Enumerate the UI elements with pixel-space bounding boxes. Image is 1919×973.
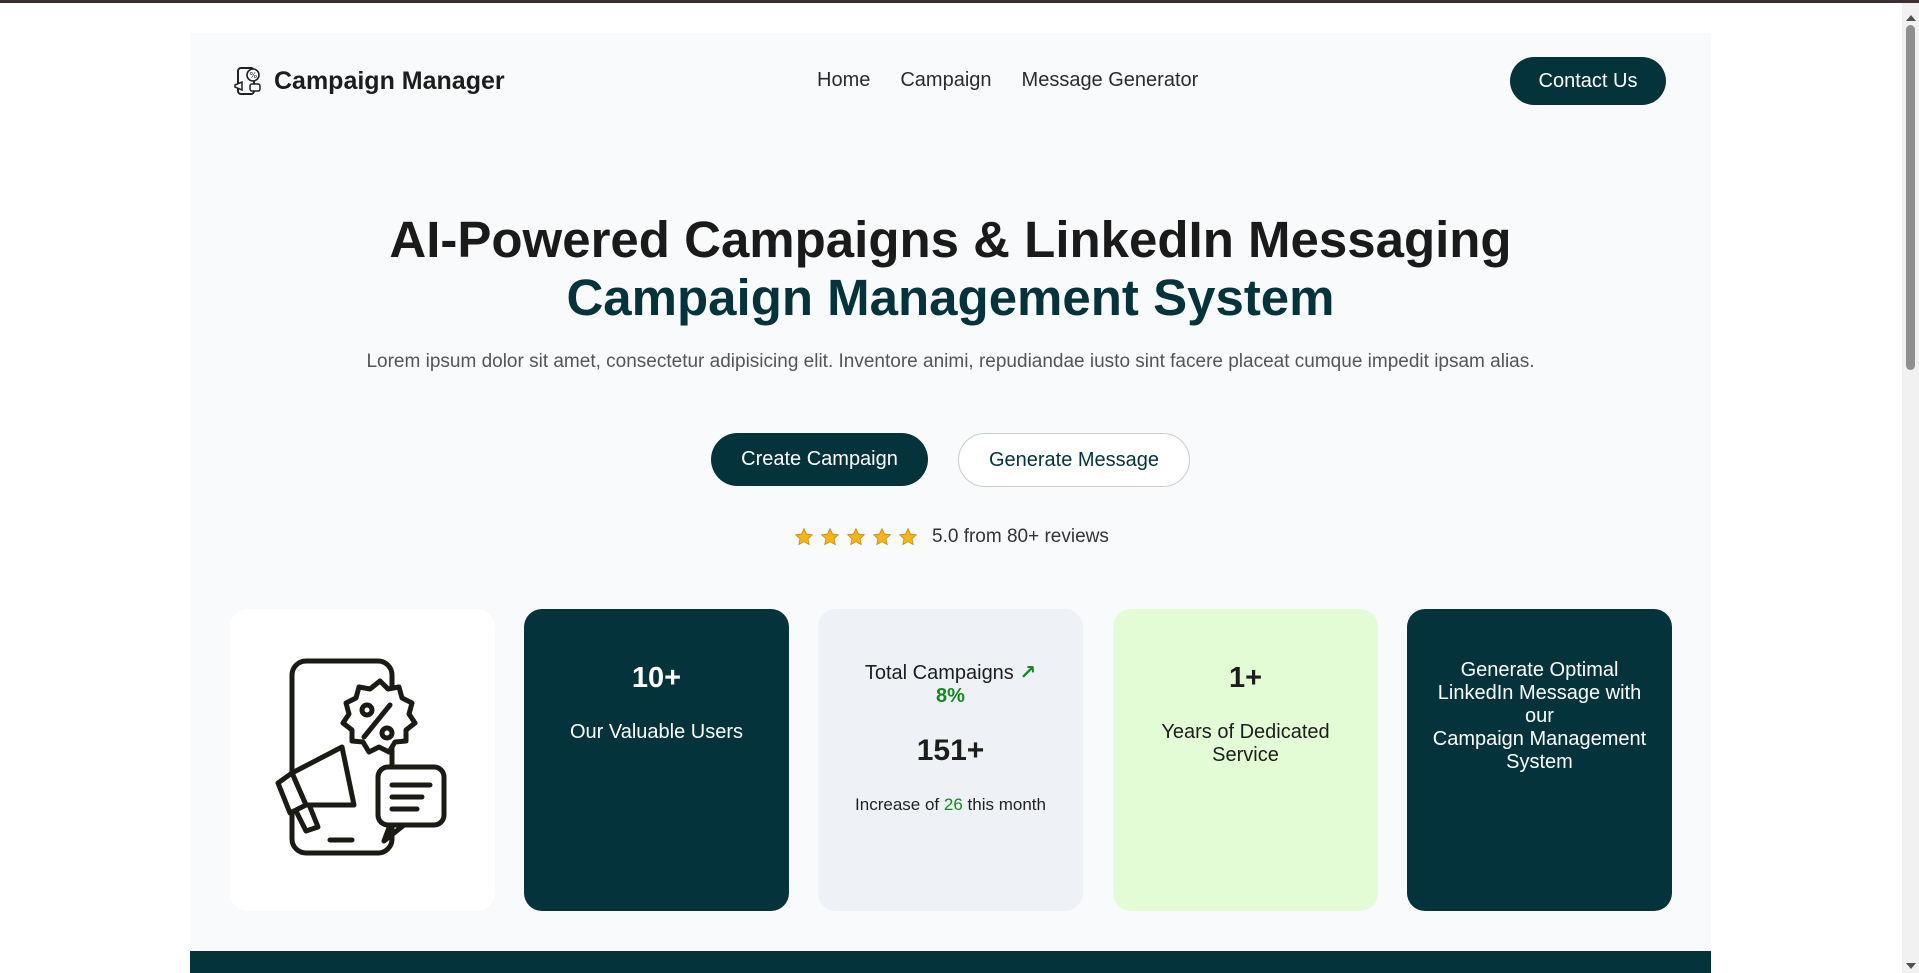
window-top-border (0, 0, 1919, 3)
hero-description: Lorem ipsum dolor sit amet, consectetur … (366, 351, 1535, 372)
total-campaigns-heading: Total Campaigns ↗ 8% (818, 662, 1083, 708)
scroll-up-arrow-icon[interactable] (1906, 15, 1916, 21)
star-icon (820, 527, 840, 546)
star-icon (872, 527, 892, 546)
brand-name: Campaign Manager (274, 66, 505, 95)
generate-card-line2: Campaign Management System (1432, 728, 1647, 773)
rating-stars (794, 527, 918, 547)
users-label: Our Valuable Users (569, 721, 744, 743)
generate-card-line1: Generate Optimal LinkedIn Message with o… (1437, 659, 1642, 727)
page-container: % Campaign Manager Home Campaign Message… (190, 33, 1711, 973)
campaigns-stat-card: Total Campaigns ↗ 8% 151+ Increase of 26… (818, 609, 1083, 911)
hero-title: AI-Powered Campaigns & LinkedIn Messagin… (389, 211, 1512, 268)
years-label: Years of Dedicated Service (1161, 721, 1330, 766)
illustration-card (230, 609, 495, 911)
generate-message-button[interactable]: Generate Message (958, 433, 1190, 487)
vertical-scrollbar[interactable] (1902, 3, 1919, 973)
years-stat-card: 1+ Years of Dedicated Service (1113, 609, 1378, 911)
create-campaign-button[interactable]: Create Campaign (711, 433, 928, 486)
total-campaigns-count: 151+ (916, 734, 985, 767)
nav-link-campaign[interactable]: Campaign (900, 69, 991, 92)
increase-suffix: this month (967, 795, 1046, 814)
nav-link-home[interactable]: Home (817, 69, 870, 92)
star-icon (794, 527, 814, 546)
contact-us-button[interactable]: Contact Us (1510, 57, 1666, 105)
trend-up-arrow-icon: ↗ (1019, 662, 1037, 684)
next-section-band (190, 951, 1711, 973)
navbar: % Campaign Manager Home Campaign Message… (190, 33, 1711, 115)
campaign-growth-percent: 8% (936, 685, 965, 707)
scroll-down-arrow-icon[interactable] (1906, 963, 1916, 969)
users-count: 10+ (631, 662, 682, 694)
brand[interactable]: % Campaign Manager (232, 65, 505, 97)
nav-link-message-generator[interactable]: Message Generator (1022, 69, 1199, 92)
increase-count: 26 (943, 795, 963, 814)
star-icon (846, 527, 866, 546)
campaign-increase-note: Increase of 26 this month (818, 795, 1083, 815)
scrollbar-thumb[interactable] (1906, 25, 1915, 370)
phone-megaphone-discount-icon (275, 658, 447, 856)
campaign-logo-icon: % (234, 67, 261, 95)
rating-text: 5.0 from 80+ reviews (932, 526, 1109, 547)
increase-prefix: Increase of (855, 795, 940, 814)
generate-message-card[interactable]: Generate Optimal LinkedIn Message with o… (1407, 609, 1672, 911)
hero-subtitle: Campaign Management System (566, 269, 1335, 326)
star-icon (898, 527, 918, 546)
generate-card-text: Generate Optimal LinkedIn Message with o… (1427, 659, 1652, 774)
years-count: 1+ (1228, 662, 1263, 694)
total-campaigns-title: Total Campaigns (864, 662, 1014, 684)
rating: 5.0 from 80+ reviews (794, 526, 1109, 548)
svg-text:%: % (250, 71, 258, 80)
users-stat-card: 10+ Our Valuable Users (524, 609, 789, 911)
nav-links: Home Campaign Message Generator (817, 69, 1198, 92)
